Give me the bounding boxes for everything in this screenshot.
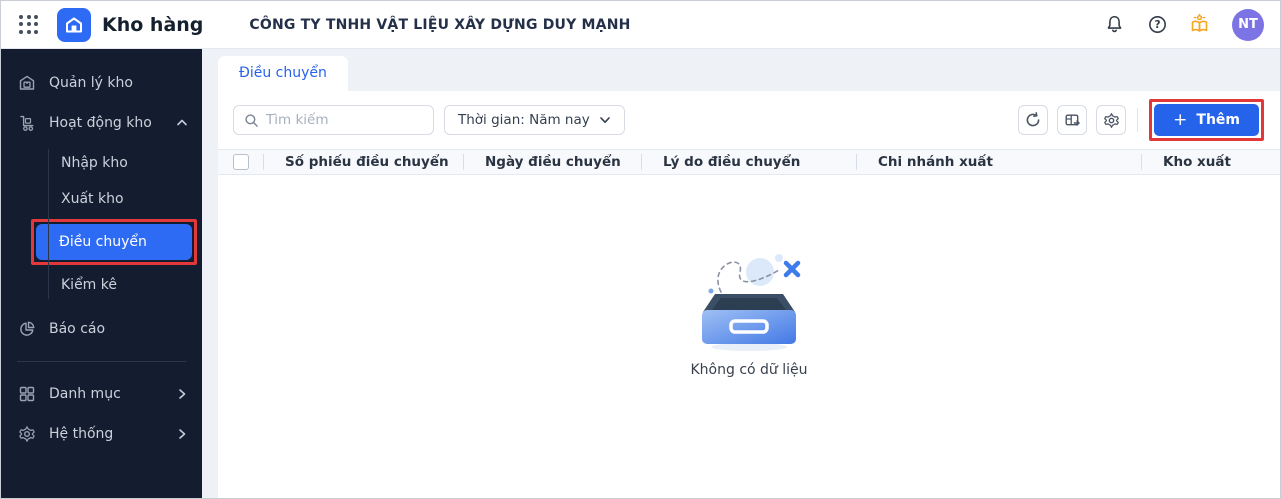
tab-dieu-chuyen[interactable]: Điều chuyển xyxy=(218,56,348,91)
notification-bell-icon[interactable] xyxy=(1103,14,1125,36)
search-input[interactable] xyxy=(266,112,423,128)
sidebar-item-label: Điều chuyển xyxy=(59,234,147,250)
app-logo-icon[interactable] xyxy=(57,7,91,42)
gear-icon xyxy=(19,426,35,442)
company-name: CÔNG TY TNHH VẬT LIỆU XÂY DỰNG DUY MẠNH xyxy=(249,16,631,33)
plus-icon: + xyxy=(1173,109,1188,130)
warehouse-icon xyxy=(19,75,35,90)
sidebar-submenu: Nhập kho Xuất kho Điều chuyển Kiểm kê xyxy=(1,143,202,309)
empty-state-text: Không có dữ liệu xyxy=(690,362,808,378)
sidebar-item-nhap-kho[interactable]: Nhập kho xyxy=(1,145,202,181)
main-content: Điều chuyển Thời gian: Năm nay xyxy=(202,49,1280,498)
sidebar-item-he-thong[interactable]: Hệ thống xyxy=(1,414,202,454)
user-avatar[interactable]: NT xyxy=(1232,8,1264,41)
table-header-chi-nhanh-xuat[interactable]: Chi nhánh xuất xyxy=(856,154,1141,170)
add-button-label: Thêm xyxy=(1196,112,1240,128)
refresh-button[interactable] xyxy=(1018,105,1049,135)
table-header-so-phieu[interactable]: Số phiếu điều chuyển xyxy=(263,154,463,170)
table-header-ly-do[interactable]: Lý do điều chuyển xyxy=(641,154,856,170)
sidebar-item-bao-cao[interactable]: Báo cáo xyxy=(1,309,202,349)
add-button[interactable]: + Thêm xyxy=(1154,104,1259,136)
tips-guide-icon[interactable] xyxy=(1189,13,1211,36)
table-header-row: Số phiếu điều chuyển Ngày điều chuyển Lý… xyxy=(218,149,1280,175)
sidebar: Quản lý kho Hoạt động kho Nhập kho Xuất … xyxy=(1,49,202,498)
tab-bar: Điều chuyển xyxy=(218,49,1280,91)
sidebar-item-label: Quản lý kho xyxy=(49,75,133,91)
sidebar-item-label: Báo cáo xyxy=(49,321,106,337)
select-all-checkbox[interactable] xyxy=(233,154,249,170)
sidebar-item-kiem-ke[interactable]: Kiểm kê xyxy=(1,267,202,303)
app-launcher-icon[interactable] xyxy=(17,13,41,37)
app-window: Kho hàng CÔNG TY TNHH VẬT LIỆU XÂY DỰNG … xyxy=(0,0,1281,499)
sidebar-item-xuat-kho[interactable]: Xuất kho xyxy=(1,181,202,217)
search-icon xyxy=(245,113,258,127)
time-filter-label: Thời gian: Năm nay xyxy=(458,112,590,128)
annotation-box-dieu-chuyen: Điều chuyển xyxy=(31,219,197,265)
chevron-right-icon xyxy=(176,388,188,400)
sidebar-item-label: Nhập kho xyxy=(61,155,128,171)
sidebar-item-danh-muc[interactable]: Danh mục xyxy=(1,374,202,414)
sidebar-item-label: Hệ thống xyxy=(49,426,114,442)
app-title: Kho hàng xyxy=(102,13,204,36)
search-box[interactable] xyxy=(233,105,434,135)
column-settings-button[interactable] xyxy=(1057,105,1088,135)
chevron-down-icon xyxy=(599,117,610,123)
refresh-icon xyxy=(1026,112,1040,127)
toolbar-divider xyxy=(1137,108,1139,132)
table-header-kho-xuat[interactable]: Kho xuất xyxy=(1141,154,1280,170)
gear-icon xyxy=(1103,112,1119,128)
help-icon[interactable]: ? xyxy=(1146,14,1168,36)
time-filter-dropdown[interactable]: Thời gian: Năm nay xyxy=(444,105,625,135)
sidebar-divider xyxy=(17,361,186,362)
sidebar-item-label: Hoạt động kho xyxy=(49,115,152,131)
topbar: Kho hàng CÔNG TY TNHH VẬT LIỆU XÂY DỰNG … xyxy=(1,1,1280,49)
toolbar: Thời gian: Năm nay xyxy=(218,91,1280,149)
chevron-right-icon xyxy=(176,428,188,440)
sidebar-item-label: Danh mục xyxy=(49,386,121,402)
sidebar-item-label: Xuất kho xyxy=(61,191,124,207)
empty-box-illustration xyxy=(702,254,801,351)
sidebar-item-quan-ly-kho[interactable]: Quản lý kho xyxy=(1,63,202,103)
sidebar-item-label: Kiểm kê xyxy=(61,277,117,293)
table-header-checkbox-cell xyxy=(218,154,263,170)
trolley-icon xyxy=(20,115,34,131)
svg-text:?: ? xyxy=(1154,19,1160,31)
sidebar-item-dieu-chuyen[interactable]: Điều chuyển xyxy=(36,224,192,260)
content-panel: Thời gian: Năm nay xyxy=(218,91,1280,498)
table-header-ngay[interactable]: Ngày điều chuyển xyxy=(463,154,641,170)
pie-chart-icon xyxy=(20,321,35,336)
annotation-box-them: + Thêm xyxy=(1149,99,1264,141)
table-columns-icon xyxy=(1065,114,1080,126)
empty-state: Không có dữ liệu xyxy=(218,175,1280,498)
chevron-up-icon xyxy=(176,117,188,129)
grid-icon xyxy=(19,386,35,402)
sidebar-item-hoat-dong-kho[interactable]: Hoạt động kho xyxy=(1,103,202,143)
settings-button[interactable] xyxy=(1096,105,1127,135)
